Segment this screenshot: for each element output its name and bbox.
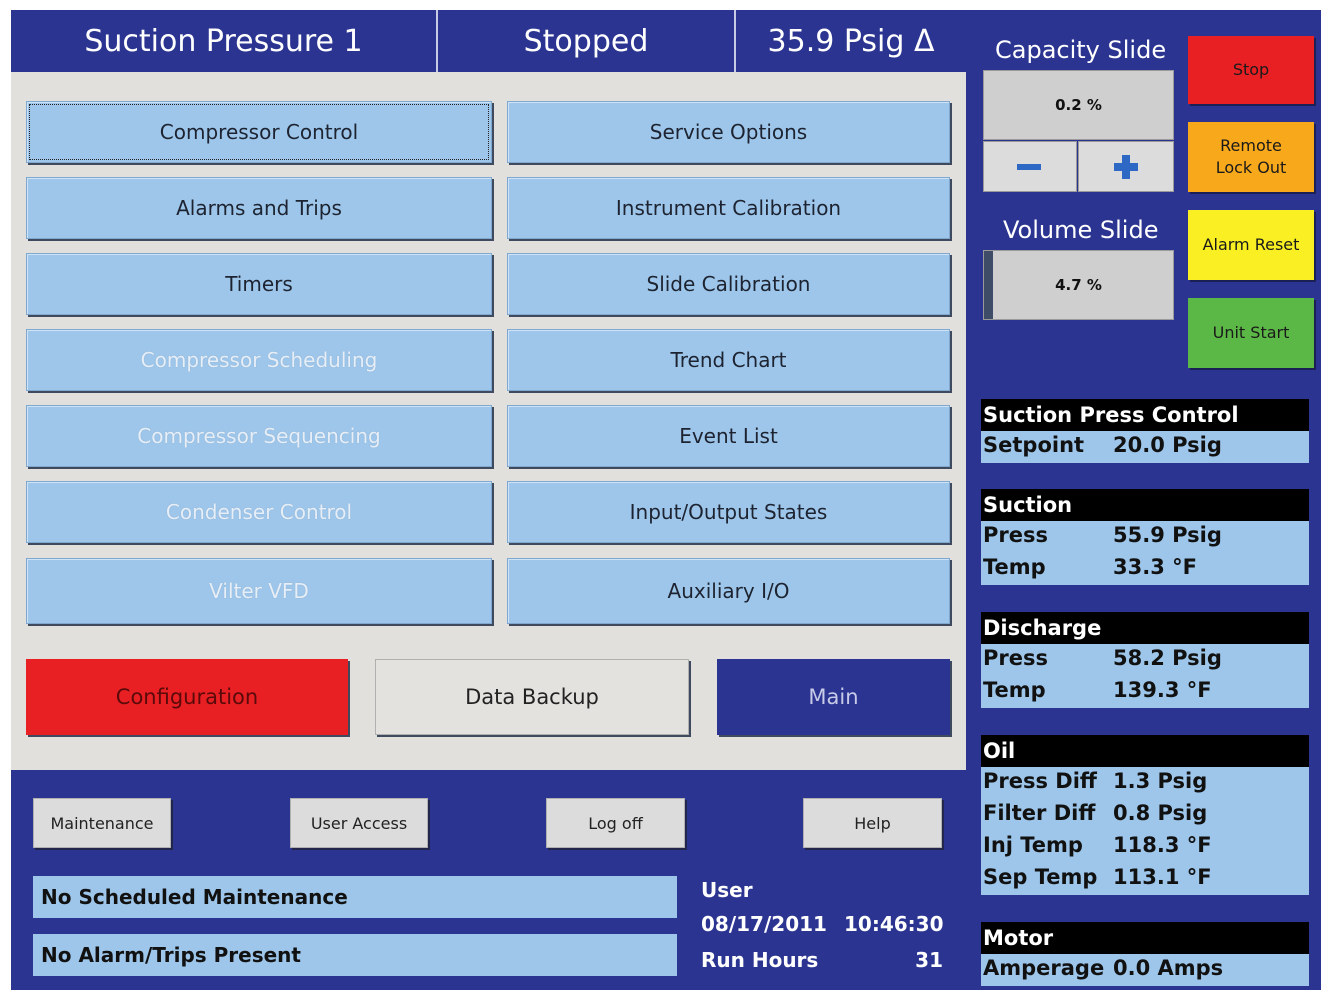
discharge-press-value: 58.2 Psig (1113, 646, 1222, 670)
volume-slide-title: Volume Slide (1003, 216, 1159, 244)
discharge-temp-label: Temp (983, 678, 1046, 702)
oil-filter-diff-value: 0.8 Psig (1113, 801, 1208, 825)
timers-button[interactable]: Timers (26, 253, 492, 315)
suction-press-value: 55.9 Psig (1113, 523, 1222, 547)
alarm-status: No Alarm/Trips Present (33, 934, 677, 976)
service-options-button[interactable]: Service Options (507, 101, 950, 163)
alarm-reset-button[interactable]: Alarm Reset (1188, 210, 1314, 280)
input-output-states-button[interactable]: Input/Output States (507, 481, 950, 543)
auxiliary-io-button[interactable]: Auxiliary I/O (507, 558, 950, 624)
trend-chart-button[interactable]: Trend Chart (507, 329, 950, 391)
unit-start-button[interactable]: Unit Start (1188, 298, 1314, 368)
remote-lockout-label-1: Remote (1220, 136, 1282, 155)
volume-slide-fill (984, 251, 993, 319)
maintenance-status: No Scheduled Maintenance (33, 876, 677, 918)
suction-header: Suction (981, 489, 1309, 521)
condenser-control-button[interactable]: Condenser Control (26, 481, 492, 543)
discharge-temp-value: 139.3 °F (1113, 678, 1212, 702)
vilter-vfd-button[interactable]: Vilter VFD (26, 558, 492, 624)
run-hours-value: 31 (915, 948, 943, 972)
date-readout: 08/17/2011 (701, 912, 827, 936)
motor-body: Amperage 0.0 Amps (981, 954, 1309, 986)
oil-header: Oil (981, 735, 1309, 767)
compressor-scheduling-button[interactable]: Compressor Scheduling (26, 329, 492, 391)
oil-press-diff-value: 1.3 Psig (1113, 769, 1208, 793)
slide-calibration-button[interactable]: Slide Calibration (507, 253, 950, 315)
suction-press-label: Press (983, 523, 1048, 547)
oil-body: Press Diff 1.3 Psig Filter Diff 0.8 Psig… (981, 767, 1309, 895)
run-hours-label: Run Hours (701, 948, 819, 972)
pressure-reading: 35.9 Psig Δ (767, 23, 935, 59)
capacity-slide-title: Capacity Slide (995, 36, 1167, 64)
oil-filter-diff-label: Filter Diff (983, 801, 1096, 825)
suction-control-body: Setpoint 20.0 Psig (981, 431, 1309, 463)
capacity-slide-value: 0.2 % (1055, 96, 1102, 114)
stop-button[interactable]: Stop (1188, 36, 1314, 104)
discharge-body: Press 58.2 Psig Temp 139.3 °F (981, 644, 1309, 708)
capacity-slide-display: 0.2 % (983, 70, 1174, 140)
oil-sep-temp-value: 113.1 °F (1113, 865, 1212, 889)
oil-inj-temp-value: 118.3 °F (1113, 833, 1212, 857)
user-access-button[interactable]: User Access (290, 798, 428, 848)
volume-slide-value: 4.7 % (1055, 276, 1102, 294)
capacity-decrease-button[interactable] (983, 141, 1077, 192)
maintenance-button[interactable]: Maintenance (33, 798, 171, 848)
time-readout: 10:46:30 (844, 912, 944, 936)
oil-press-diff-label: Press Diff (983, 769, 1097, 793)
user-label: User (701, 878, 753, 902)
minus-icon (1017, 163, 1041, 170)
capacity-increase-button[interactable] (1078, 141, 1174, 192)
compressor-sequencing-button[interactable]: Compressor Sequencing (26, 405, 492, 467)
discharge-press-label: Press (983, 646, 1048, 670)
suction-body: Press 55.9 Psig Temp 33.3 °F (981, 521, 1309, 585)
event-list-button[interactable]: Event List (507, 405, 950, 467)
compressor-control-button[interactable]: Compressor Control (26, 101, 492, 163)
plus-icon (1114, 154, 1138, 179)
suction-temp-value: 33.3 °F (1113, 555, 1197, 579)
setpoint-value: 20.0 Psig (1113, 433, 1222, 457)
motor-header: Motor (981, 922, 1309, 954)
remote-lockout-button[interactable]: Remote Lock Out (1188, 122, 1314, 192)
screen-title: Suction Pressure 1 (84, 23, 363, 59)
data-backup-button[interactable]: Data Backup (375, 659, 689, 735)
instrument-calibration-button[interactable]: Instrument Calibration (507, 177, 950, 239)
suction-temp-label: Temp (983, 555, 1046, 579)
motor-amperage-label: Amperage (983, 956, 1105, 980)
suction-control-header: Suction Press Control (981, 399, 1309, 431)
main-button[interactable]: Main (717, 659, 950, 735)
help-button[interactable]: Help (803, 798, 942, 848)
log-off-button[interactable]: Log off (546, 798, 685, 848)
motor-amperage-value: 0.0 Amps (1113, 956, 1224, 980)
oil-sep-temp-label: Sep Temp (983, 865, 1098, 889)
alarms-and-trips-button[interactable]: Alarms and Trips (26, 177, 492, 239)
remote-lockout-label-2: Lock Out (1215, 158, 1287, 177)
compressor-state: Stopped (523, 23, 649, 59)
discharge-header: Discharge (981, 612, 1309, 644)
oil-inj-temp-label: Inj Temp (983, 833, 1083, 857)
setpoint-label: Setpoint (983, 433, 1085, 457)
configuration-button[interactable]: Configuration (26, 659, 348, 735)
volume-slide-display: 4.7 % (983, 250, 1174, 320)
